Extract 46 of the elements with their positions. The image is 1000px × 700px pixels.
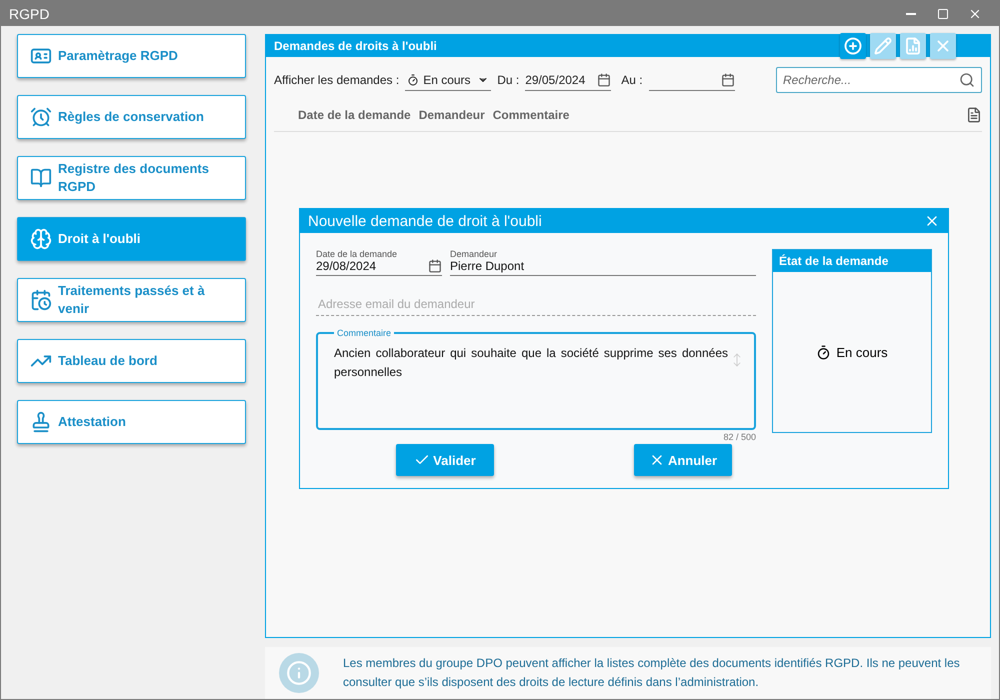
- sidebar-item[interactable]: Traitements passés et à venir: [17, 278, 246, 322]
- status-title: État de la demande: [773, 250, 931, 272]
- sidebar-item[interactable]: Attestation: [17, 400, 246, 444]
- dialog-title: Nouvelle demande de droit à l'oubli: [308, 212, 543, 230]
- calendar-icon[interactable]: [720, 72, 735, 86]
- column-header[interactable]: Date de la demande: [298, 108, 411, 122]
- column-header[interactable]: Commentaire: [492, 108, 570, 122]
- calendar-clock-icon: [30, 289, 52, 311]
- calendar-icon[interactable]: [428, 259, 442, 273]
- search-field[interactable]: Recherche...: [776, 67, 982, 93]
- column-header[interactable]: Demandeur: [418, 108, 485, 122]
- filter-label: Afficher les demandes :: [274, 73, 400, 87]
- plus-circle-icon: [844, 37, 862, 55]
- character-counter: 82 / 500: [723, 432, 756, 442]
- sidebar-item[interactable]: Règles de conservation: [17, 95, 246, 139]
- info-text: Les membres du groupe DPO peuvent afficher la listes complète des documents identifiés RGPD. Ils ne peuvent les consulter que s’ils disposent des droits de lecture définis dans l’administration.: [343, 655, 961, 691]
- minimize-icon: [906, 12, 916, 14]
- sidebar-item[interactable]: Registre des documents RGPD: [17, 156, 246, 200]
- pencil-icon: [874, 37, 892, 55]
- validate-button[interactable]: Valider: [396, 444, 494, 476]
- document-icon[interactable]: [966, 107, 982, 123]
- from-label: Du :: [497, 73, 520, 87]
- search-icon: [959, 72, 975, 88]
- timer-icon: [816, 344, 832, 360]
- email-field[interactable]: Adresse email du demandeur: [316, 292, 756, 316]
- add-button[interactable]: [840, 33, 866, 59]
- sidebar-item[interactable]: Tableau de bord: [17, 339, 246, 383]
- window-title: RGPD: [9, 6, 50, 22]
- panel-title: Demandes de droits à l'oubli: [274, 39, 438, 53]
- calendar-icon[interactable]: [597, 72, 612, 86]
- alarm-clock-icon: [30, 106, 52, 128]
- requester-field[interactable]: Demandeur Pierre Dupont: [450, 249, 756, 276]
- from-date-field[interactable]: 29/05/2024: [525, 69, 612, 91]
- stamp-icon: [30, 411, 52, 433]
- timer-icon: [407, 74, 420, 86]
- date-field[interactable]: Date de la demande 29/08/2024: [316, 249, 442, 276]
- chart-document-icon: [904, 37, 922, 55]
- to-label: Au :: [621, 73, 643, 87]
- status-dropdown[interactable]: En cours: [405, 69, 492, 91]
- cancel-button[interactable]: Annuler: [634, 444, 732, 476]
- maximize-icon: [937, 8, 949, 20]
- status-value: En cours: [836, 344, 888, 360]
- sidebar-item[interactable]: Droit à l'oubli: [17, 217, 246, 261]
- sidebar-item[interactable]: Paramètrage RGPD: [17, 34, 246, 78]
- info-icon: [279, 653, 319, 693]
- book-icon: [30, 167, 52, 189]
